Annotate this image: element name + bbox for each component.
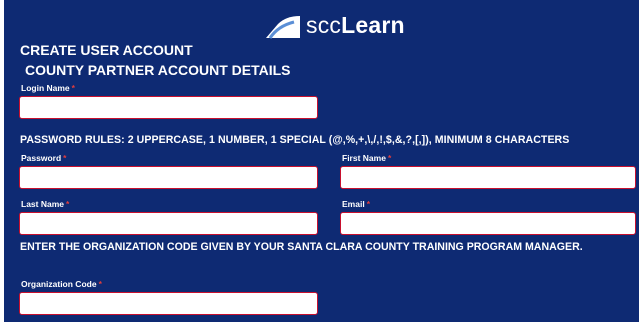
- create-account-heading: CREATE USER ACCOUNT: [20, 42, 193, 58]
- required-marker: *: [387, 153, 392, 163]
- login-name-label: Login Name *: [21, 83, 75, 93]
- password-rules: PASSWORD RULES: 2 UPPERCASE, 1 NUMBER, 1…: [20, 134, 570, 146]
- brand-name-part1: scc: [306, 11, 342, 38]
- registration-panel: sccLearn CREATE USER ACCOUNT COUNTY PART…: [4, 0, 639, 322]
- organization-code-input[interactable]: [19, 292, 318, 315]
- email-label: Email *: [342, 199, 370, 209]
- last-name-label: Last Name *: [21, 199, 70, 209]
- required-marker: *: [63, 153, 67, 163]
- first-name-input[interactable]: [340, 166, 636, 189]
- brand-name-part2: Learn: [341, 11, 405, 38]
- organization-code-instructions: ENTER THE ORGANIZATION CODE GIVEN BY YOU…: [20, 241, 583, 253]
- login-name-input[interactable]: [19, 96, 318, 119]
- logo-swoosh-icon: [264, 10, 302, 40]
- scclearn-logo: sccLearn: [264, 8, 405, 42]
- required-marker: *: [66, 199, 70, 209]
- last-name-input[interactable]: [19, 212, 318, 235]
- organization-code-label: Organization Code *: [21, 279, 102, 289]
- section-heading: COUNTY PARTNER ACCOUNT DETAILS: [25, 62, 291, 78]
- required-marker: *: [366, 199, 370, 209]
- required-marker: *: [98, 279, 102, 289]
- password-label: Password *: [21, 153, 67, 163]
- first-name-label: First Name *: [342, 153, 392, 163]
- required-marker: *: [71, 83, 75, 93]
- email-input[interactable]: [340, 212, 636, 235]
- password-input[interactable]: [19, 166, 318, 189]
